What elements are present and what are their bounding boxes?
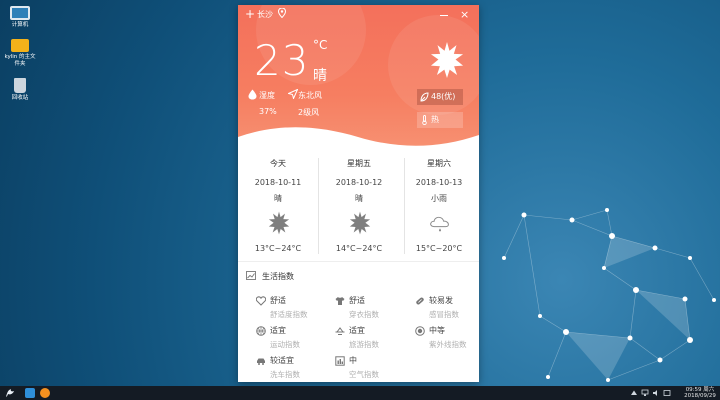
life-index-name: 运动指数 xyxy=(270,340,300,349)
life-index-name: 紫外线指数 xyxy=(429,340,467,349)
file-manager-icon[interactable] xyxy=(25,388,35,398)
clock[interactable]: 09:59 周六 2018/09/29 xyxy=(680,387,720,399)
heat-value: 热 xyxy=(431,115,439,124)
life-index-item[interactable]: 中 空气指数 xyxy=(335,355,413,382)
life-index-item[interactable]: 中等 紫外线指数 xyxy=(415,325,479,353)
life-index-panel: 生活指数 舒适 舒适度指数 舒适 穿衣指数 较易发 感冒指数 适宜 运动指数 适… xyxy=(238,261,479,382)
minimize-button[interactable] xyxy=(440,15,448,16)
desktop-icon-label: 回收站 xyxy=(11,95,29,101)
life-index-item[interactable]: 适宜 运动指数 xyxy=(256,325,334,353)
humidity-value: 37% xyxy=(259,107,277,116)
sunny-icon xyxy=(268,211,290,235)
sunny-icon xyxy=(430,41,464,79)
life-index-value: 中 xyxy=(349,356,357,365)
heat-badge: 热 xyxy=(417,112,463,128)
computer-icon xyxy=(10,6,30,20)
forecast-day: 星期五 2018-10-12 晴 14°C~24°C xyxy=(319,155,399,260)
life-index-value: 舒适 xyxy=(270,296,286,305)
uv-icon xyxy=(415,326,425,336)
notification-icon[interactable] xyxy=(663,389,671,397)
life-index-name: 旅游指数 xyxy=(349,340,379,349)
forecast-day-name: 今天 xyxy=(270,159,286,168)
life-index-title: 生活指数 xyxy=(262,272,294,281)
humidity-label: 湿度 xyxy=(259,91,275,100)
leaf-icon xyxy=(420,92,429,102)
titlebar: + 长沙 × xyxy=(238,5,479,25)
wind-direction-label: 东北风 xyxy=(298,91,322,100)
forecast-temp-range: 15°C~20°C xyxy=(415,244,463,253)
start-menu-icon[interactable] xyxy=(4,387,16,399)
browser-icon[interactable] xyxy=(40,388,50,398)
weather-window: + 长沙 × 23 °C 晴 湿度 37% 东北风 2级风 48(优) 热 今天… xyxy=(238,5,479,382)
sunny-icon xyxy=(349,211,371,235)
forecast-condition: 晴 xyxy=(355,194,363,203)
life-index-name: 感冒指数 xyxy=(429,310,459,319)
desktop: { "desktop": { "icons": [ {"label": "计算机… xyxy=(0,0,720,400)
life-index-value: 中等 xyxy=(429,326,445,335)
wind-direction-icon xyxy=(288,89,298,99)
cold-icon xyxy=(416,297,424,305)
life-index-value: 适宜 xyxy=(349,326,365,335)
rain-cloud-icon xyxy=(430,216,449,232)
location-pin-icon[interactable] xyxy=(278,8,286,18)
air-icon xyxy=(335,356,345,366)
volume-icon[interactable] xyxy=(652,389,660,397)
aqi-value: 48(优) xyxy=(431,92,456,101)
forecast-temp-range: 13°C~24°C xyxy=(254,244,302,253)
aqi-badge: 48(优) xyxy=(417,89,463,105)
taskbar: 09:59 周六 2018/09/29 xyxy=(0,386,720,400)
current-weather-panel: + 长沙 × 23 °C 晴 湿度 37% 东北风 2级风 48(优) 热 xyxy=(238,5,479,155)
life-index-item[interactable]: 舒适 穿衣指数 xyxy=(335,295,413,323)
life-index-value: 较易发 xyxy=(429,296,453,305)
clock-date: 2018/09/29 xyxy=(684,393,716,399)
forecast-day-name: 星期五 xyxy=(347,159,371,168)
thermometer-icon xyxy=(422,115,427,125)
desktop-icon-home-folder[interactable]: kylin 的主文件夹 xyxy=(4,39,36,68)
life-index-name: 穿衣指数 xyxy=(349,310,379,319)
forecast-condition: 小雨 xyxy=(431,194,447,203)
temperature-unit: °C xyxy=(313,38,328,52)
current-temperature: 23 xyxy=(254,36,310,85)
humidity-icon xyxy=(248,89,257,100)
forecast-day: 今天 2018-10-11 晴 13°C~24°C xyxy=(238,155,318,260)
life-index-item[interactable]: 较易发 感冒指数 xyxy=(415,295,479,323)
wind-level-value: 2级风 xyxy=(298,108,320,117)
forecast-date: 2018-10-11 xyxy=(254,178,302,187)
forecast-temp-range: 14°C~24°C xyxy=(335,244,383,253)
current-condition: 晴 xyxy=(313,68,327,84)
forecast-date: 2018-10-12 xyxy=(335,178,383,187)
comfort-icon xyxy=(256,296,266,306)
travel-icon xyxy=(335,327,345,335)
forecast-day: 星期六 2018-10-13 小雨 15°C~20°C xyxy=(399,155,479,260)
desktop-icon-trash[interactable]: 回收站 xyxy=(4,78,36,102)
life-index-item[interactable]: 舒适 舒适度指数 xyxy=(256,295,334,323)
life-index-value: 舒适 xyxy=(349,296,365,305)
life-index-name: 空气指数 xyxy=(349,370,379,379)
clothing-icon xyxy=(335,297,345,305)
tray-up-icon[interactable] xyxy=(630,389,638,397)
trash-icon xyxy=(14,78,26,93)
desktop-icon-label: 计算机 xyxy=(11,22,29,28)
forecast-date: 2018-10-13 xyxy=(415,178,463,187)
desktop-icon-computer[interactable]: 计算机 xyxy=(4,6,36,29)
forecast-day-name: 星期六 xyxy=(427,159,451,168)
chart-icon xyxy=(246,271,256,280)
car-wash-icon xyxy=(257,358,265,365)
life-index-name: 洗车指数 xyxy=(270,370,300,379)
desktop-icon-label: kylin 的主文件夹 xyxy=(4,54,36,67)
desktop-icons: 计算机 kylin 的主文件夹 回收站 xyxy=(4,6,36,112)
network-icon[interactable] xyxy=(641,389,649,397)
life-index-item[interactable]: 较适宜 洗车指数 xyxy=(256,355,334,382)
city-name[interactable]: 长沙 xyxy=(257,9,273,20)
life-index-name: 舒适度指数 xyxy=(270,310,308,319)
life-index-value: 适宜 xyxy=(270,326,286,335)
add-city-button[interactable]: + xyxy=(245,6,255,22)
folder-icon xyxy=(11,39,29,52)
life-index-value: 较适宜 xyxy=(270,356,294,365)
close-button[interactable]: × xyxy=(460,8,469,21)
life-index-item[interactable]: 适宜 旅游指数 xyxy=(335,325,413,353)
forecast-condition: 晴 xyxy=(274,194,282,203)
forecast-panel: 今天 2018-10-11 晴 13°C~24°C 星期五 2018-10-12… xyxy=(238,155,479,260)
sport-icon xyxy=(256,326,266,336)
